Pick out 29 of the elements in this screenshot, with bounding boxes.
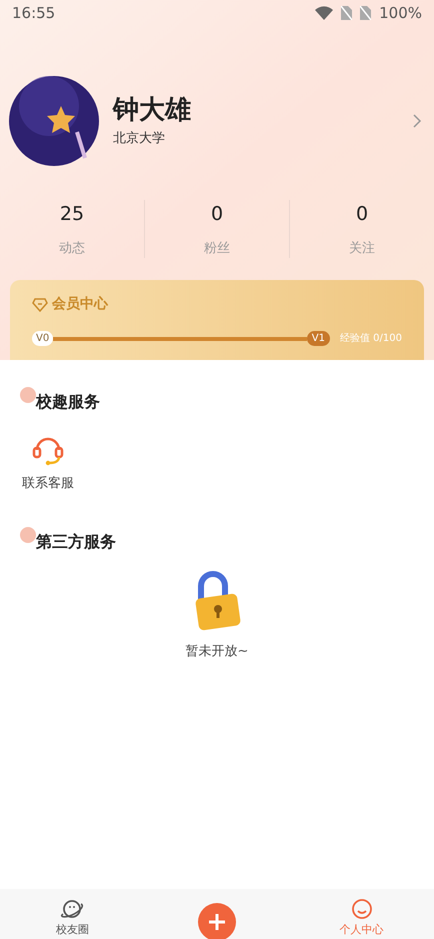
stat-label: 粉丝 — [204, 240, 230, 258]
user-name: 钟大雄 — [113, 94, 192, 128]
diamond-icon — [32, 298, 48, 312]
chevron-right-icon[interactable] — [412, 113, 422, 129]
status-time: 16:55 — [12, 2, 56, 24]
planet-icon — [59, 897, 86, 921]
avatar[interactable] — [9, 76, 99, 166]
smile-icon — [350, 897, 374, 921]
membership-title: 会员中心 — [52, 294, 108, 314]
stat-value[interactable]: 25 — [60, 200, 84, 228]
wifi-icon — [315, 6, 334, 20]
section-title: 校趣服务 — [36, 391, 100, 413]
add-button[interactable] — [198, 903, 236, 939]
not-open-message: 暂未开放~ — [186, 642, 248, 660]
no-sim-icon — [341, 6, 352, 20]
battery-percent: 100% — [379, 2, 422, 24]
stat-label: 动态 — [59, 240, 85, 258]
service-item[interactable]: 联系客服 — [22, 432, 74, 494]
experience-text: 经验值 0/100 — [340, 332, 402, 346]
level-badge: V0 — [32, 331, 54, 346]
tab-item[interactable]: 校友圈 — [0, 897, 145, 938]
level-badge: V1 — [306, 331, 330, 346]
stat-value[interactable]: 0 — [356, 200, 368, 228]
stat-value[interactable]: 0 — [210, 200, 224, 228]
section-title: 第三方服务 — [36, 530, 116, 552]
plus-icon — [207, 912, 227, 932]
no-sim-icon — [360, 6, 372, 20]
school-name: 北京大学 — [113, 130, 166, 148]
stat-label: 关注 — [349, 240, 375, 258]
